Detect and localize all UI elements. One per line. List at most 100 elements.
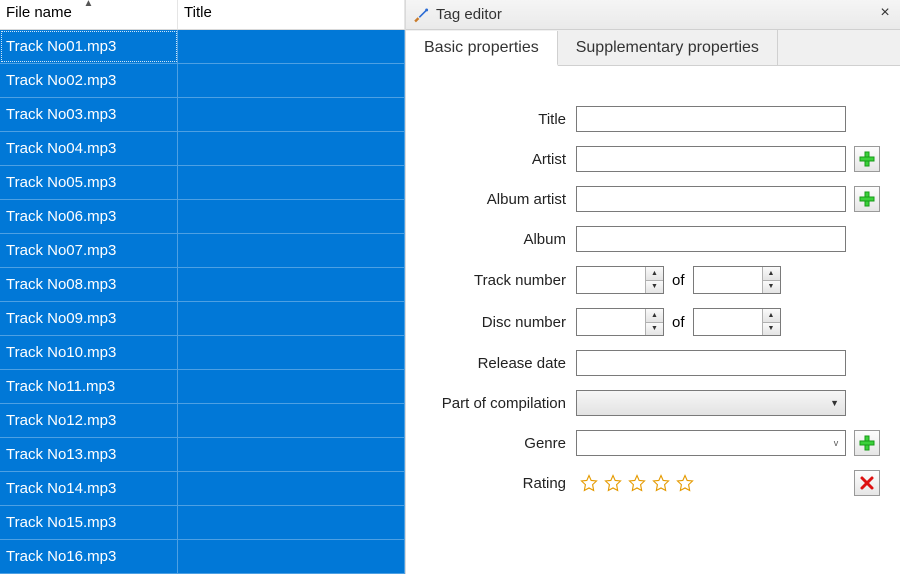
- track-total-field[interactable]: [694, 267, 762, 293]
- cell-title: [178, 200, 405, 233]
- cell-title: [178, 506, 405, 539]
- genre-label: Genre: [406, 435, 566, 452]
- chevron-up-icon[interactable]: ▲: [646, 309, 663, 323]
- cell-title: [178, 132, 405, 165]
- basic-form: Title Artist Album artist: [406, 66, 900, 496]
- tab-basic[interactable]: Basic properties: [406, 31, 558, 66]
- table-row[interactable]: Track No15.mp3: [0, 506, 405, 540]
- cell-title: [178, 438, 405, 471]
- file-table: ▲ File name Title Track No01.mp3Track No…: [0, 0, 406, 574]
- table-row[interactable]: Track No03.mp3: [0, 98, 405, 132]
- table-row[interactable]: Track No01.mp3: [0, 30, 405, 64]
- release-date-input[interactable]: [576, 350, 846, 376]
- disc-number-spinner[interactable]: ▲▼: [645, 309, 663, 335]
- cell-title: [178, 166, 405, 199]
- genre-combo[interactable]: v: [576, 430, 846, 456]
- col-header-filename[interactable]: ▲ File name: [0, 0, 178, 29]
- table-row[interactable]: Track No11.mp3: [0, 370, 405, 404]
- star-icon[interactable]: [676, 474, 694, 492]
- table-row[interactable]: Track No07.mp3: [0, 234, 405, 268]
- disc-total-input[interactable]: ▲▼: [693, 308, 781, 336]
- chevron-down-icon[interactable]: ▼: [646, 281, 663, 294]
- cell-title: [178, 302, 405, 335]
- close-button[interactable]: ×: [876, 4, 894, 22]
- panel-header: Tag editor ×: [406, 0, 900, 30]
- tab-bar: Basic properties Supplementary propertie…: [406, 30, 900, 66]
- star-icon[interactable]: [604, 474, 622, 492]
- table-row[interactable]: Track No16.mp3: [0, 540, 405, 574]
- table-row[interactable]: Track No10.mp3: [0, 336, 405, 370]
- add-album-artist-button[interactable]: [854, 186, 880, 212]
- table-row[interactable]: Track No02.mp3: [0, 64, 405, 98]
- album-artist-label: Album artist: [406, 191, 566, 208]
- chevron-up-icon[interactable]: ▲: [763, 309, 780, 323]
- track-total-input[interactable]: ▲▼: [693, 266, 781, 294]
- table-header: ▲ File name Title: [0, 0, 405, 30]
- compilation-dropdown[interactable]: ▼: [576, 390, 846, 416]
- cell-filename: Track No16.mp3: [0, 540, 178, 573]
- chevron-up-icon[interactable]: ▲: [646, 267, 663, 281]
- disc-total-field[interactable]: [694, 309, 762, 335]
- tab-supp-label: Supplementary properties: [576, 39, 759, 57]
- album-artist-input[interactable]: [576, 186, 846, 212]
- title-input[interactable]: [576, 106, 846, 132]
- star-icon[interactable]: [580, 474, 598, 492]
- cell-filename: Track No10.mp3: [0, 336, 178, 369]
- disc-number-field[interactable]: [577, 309, 645, 335]
- cell-title: [178, 98, 405, 131]
- star-icon[interactable]: [652, 474, 670, 492]
- chevron-down-icon[interactable]: ▼: [646, 323, 663, 336]
- disc-total-spinner[interactable]: ▲▼: [762, 309, 780, 335]
- add-artist-button[interactable]: [854, 146, 880, 172]
- cell-title: [178, 336, 405, 369]
- chevron-up-icon[interactable]: ▲: [763, 267, 780, 281]
- tag-editor-panel: Tag editor × Basic properties Supplement…: [406, 0, 900, 574]
- disc-number-input[interactable]: ▲▼: [576, 308, 664, 336]
- star-icon[interactable]: [628, 474, 646, 492]
- table-row[interactable]: Track No06.mp3: [0, 200, 405, 234]
- cell-title: [178, 472, 405, 505]
- table-row[interactable]: Track No13.mp3: [0, 438, 405, 472]
- table-row[interactable]: Track No04.mp3: [0, 132, 405, 166]
- table-row[interactable]: Track No14.mp3: [0, 472, 405, 506]
- chevron-down-icon[interactable]: v: [827, 431, 845, 455]
- album-label: Album: [406, 231, 566, 248]
- cell-filename: Track No05.mp3: [0, 166, 178, 199]
- cell-filename: Track No08.mp3: [0, 268, 178, 301]
- table-row[interactable]: Track No08.mp3: [0, 268, 405, 302]
- col-header-title[interactable]: Title: [178, 0, 405, 29]
- track-number-label: Track number: [406, 272, 566, 289]
- cell-title: [178, 234, 405, 267]
- panel-title: Tag editor: [436, 6, 502, 23]
- cell-filename: Track No12.mp3: [0, 404, 178, 437]
- x-icon: [859, 475, 875, 491]
- genre-input[interactable]: [577, 431, 827, 455]
- track-number-spinner[interactable]: ▲▼: [645, 267, 663, 293]
- clear-rating-button[interactable]: [854, 470, 880, 496]
- tab-supplementary[interactable]: Supplementary properties: [558, 30, 778, 65]
- artist-input[interactable]: [576, 146, 846, 172]
- add-genre-button[interactable]: [854, 430, 880, 456]
- cell-filename: Track No01.mp3: [0, 30, 178, 63]
- cell-filename: Track No09.mp3: [0, 302, 178, 335]
- table-row[interactable]: Track No09.mp3: [0, 302, 405, 336]
- cell-filename: Track No02.mp3: [0, 64, 178, 97]
- table-row[interactable]: Track No12.mp3: [0, 404, 405, 438]
- chevron-down-icon[interactable]: ▼: [763, 323, 780, 336]
- cell-filename: Track No13.mp3: [0, 438, 178, 471]
- chevron-down-icon[interactable]: ▼: [763, 281, 780, 294]
- track-total-spinner[interactable]: ▲▼: [762, 267, 780, 293]
- title-label: Title: [406, 111, 566, 128]
- plus-icon: [859, 191, 875, 207]
- chevron-down-icon: ▼: [830, 398, 839, 408]
- cell-title: [178, 540, 405, 573]
- table-row[interactable]: Track No05.mp3: [0, 166, 405, 200]
- album-input[interactable]: [576, 226, 846, 252]
- cell-filename: Track No14.mp3: [0, 472, 178, 505]
- track-number-input[interactable]: ▲▼: [576, 266, 664, 294]
- track-of-label: of: [672, 272, 685, 289]
- cell-filename: Track No11.mp3: [0, 370, 178, 403]
- rating-stars[interactable]: [576, 474, 694, 492]
- track-number-field[interactable]: [577, 267, 645, 293]
- cell-filename: Track No06.mp3: [0, 200, 178, 233]
